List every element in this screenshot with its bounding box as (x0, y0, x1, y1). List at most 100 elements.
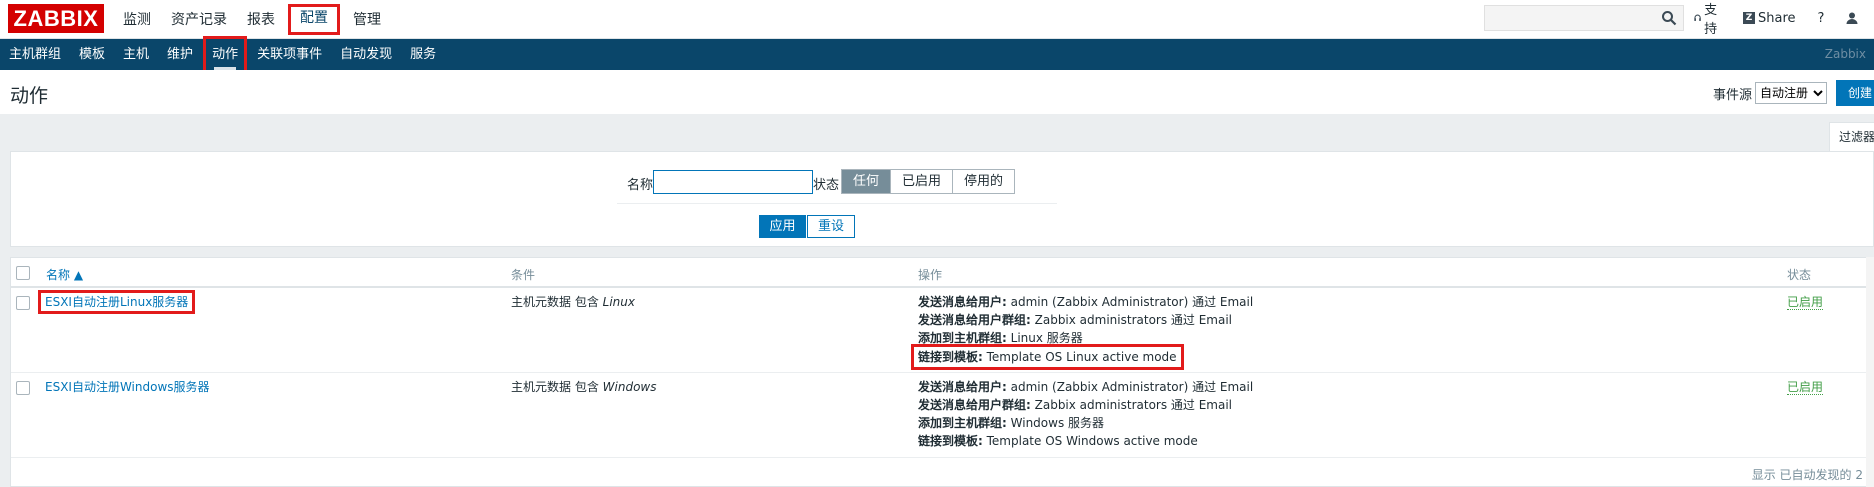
global-search (1484, 5, 1684, 31)
row-checkbox[interactable] (16, 296, 30, 310)
submenu-templates[interactable]: 模板 (70, 39, 114, 70)
share-link[interactable]: Z Share (1743, 11, 1796, 26)
status-toggle-link[interactable]: 已启用 (1787, 295, 1824, 310)
submenu-services[interactable]: 服务 (401, 39, 445, 70)
operation-line: 添加到主机群组: Linux 服务器 (918, 329, 1253, 347)
filter-status-label: 状态 (813, 178, 840, 193)
reset-button[interactable]: 重设 (807, 215, 855, 238)
filter-name-input[interactable] (653, 170, 813, 194)
create-action-button[interactable]: 创建 (1836, 80, 1874, 106)
operation-value: Template OS Linux active mode (982, 350, 1177, 364)
filter-panel: 名称 状态 任何 已启用 停用的 应用 重设 (10, 151, 1874, 247)
menu-administration[interactable]: 管理 (343, 6, 391, 34)
event-source-label: 事件源 (1713, 87, 1753, 103)
share-icon: Z (1743, 12, 1756, 24)
condition-cell: 主机元数据 包含 Windows (511, 378, 656, 396)
submenu-discovery[interactable]: 自动发现 (331, 39, 401, 70)
action-name-cell: ESXI自动注册Linux服务器 (37, 290, 196, 314)
event-source-control: 事件源 自动注册 (1713, 82, 1828, 104)
zabbix-logo[interactable]: ZABBIX (8, 4, 104, 33)
help-icon: ? (1817, 10, 1825, 26)
header-operations: 操作 (918, 268, 943, 282)
main-menu: 监测 资产记录 报表 配置 管理 (113, 0, 391, 39)
select-all-checkbox[interactable] (16, 266, 30, 280)
filter-name-label: 名称 (627, 178, 654, 193)
status-toggle-link[interactable]: 已启用 (1787, 380, 1824, 395)
operation-value: Zabbix administrators 通过 Email (1030, 313, 1233, 327)
condition-text: 主机元数据 包含 (511, 295, 603, 309)
menu-monitoring[interactable]: 监测 (113, 6, 161, 34)
submenu-event-correlation[interactable]: 关联项事件 (248, 39, 331, 70)
action-name-link[interactable]: ESXI自动注册Windows服务器 (45, 380, 210, 394)
header-conditions: 条件 (511, 268, 536, 282)
table-footer-count: 显示 已自动发现的 2 (1751, 468, 1863, 482)
support-label: 支持 (1704, 3, 1718, 37)
operation-label: 添加到主机群组: (918, 331, 1007, 345)
action-name-link[interactable]: ESXI自动注册Linux服务器 (37, 290, 196, 314)
operation-label: 链接到模板: (918, 350, 983, 364)
user-profile-link[interactable] (1846, 12, 1858, 24)
status-cell: 已启用 (1787, 378, 1824, 396)
operation-line: 发送消息给用户群组: Zabbix administrators 通过 Emai… (918, 311, 1253, 329)
server-name: Zabbix (1824, 47, 1866, 61)
submenu-actions[interactable]: 动作 (203, 36, 248, 76)
vertical-scrollbar[interactable] (1866, 257, 1874, 487)
table-header: 名称 ▲ 条件 操作 状态 (11, 258, 1873, 288)
submenu-host-groups[interactable]: 主机群组 (0, 39, 70, 70)
table-row: ESXI自动注册Linux服务器 主机元数据 包含 Linux 发送消息给用户:… (11, 288, 1873, 373)
top-bar: ZABBIX 监测 资产记录 报表 配置 管理 支持 Z Share ? (0, 0, 1874, 39)
filter-divider (617, 203, 1057, 204)
support-link[interactable]: 支持 (1694, 0, 1721, 37)
menu-reports[interactable]: 报表 (237, 6, 285, 34)
operations-cell: 发送消息给用户: admin (Zabbix Administrator) 通过… (911, 293, 1253, 370)
action-name-cell: ESXI自动注册Windows服务器 (45, 378, 210, 396)
status-option-disabled[interactable]: 停用的 (953, 170, 1015, 193)
operation-line-link-template: 链接到模板: Template OS Linux active mode (911, 344, 1184, 370)
operation-value: admin (Zabbix Administrator) 通过 Email (1006, 380, 1254, 394)
operation-line: 链接到模板: Template OS Windows active mode (918, 432, 1253, 450)
operation-value: Linux 服务器 (1006, 331, 1083, 345)
operation-label: 发送消息给用户: (918, 295, 1007, 309)
condition-value: Linux (602, 295, 635, 309)
share-label: Share (1758, 10, 1796, 26)
table-row: ESXI自动注册Windows服务器 主机元数据 包含 Windows 发送消息… (11, 373, 1873, 458)
status-option-enabled[interactable]: 已启用 (891, 170, 954, 193)
menu-inventory[interactable]: 资产记录 (161, 6, 237, 34)
global-search-input[interactable] (1485, 6, 1655, 30)
operation-value: Template OS Windows active mode (982, 434, 1198, 448)
search-icon[interactable] (1661, 10, 1677, 26)
event-source-select[interactable]: 自动注册 (1755, 82, 1828, 104)
status-option-any[interactable]: 任何 (842, 170, 892, 193)
filter-status-segmented: 任何 已启用 停用的 (841, 169, 1016, 194)
page-header: 动作 事件源 自动注册 创建 (0, 70, 1874, 114)
actions-table: 名称 ▲ 条件 操作 状态 ESXI自动注册Linux服务器 主机元数据 包含 … (10, 257, 1874, 487)
condition-text: 主机元数据 包含 (511, 380, 603, 394)
help-link[interactable]: ? (1818, 11, 1825, 26)
sub-menu: 主机群组 模板 主机 维护 动作 关联项事件 自动发现 服务 Zabbix (0, 36, 1874, 76)
operation-value: admin (Zabbix Administrator) 通过 Email (1006, 295, 1254, 309)
operation-line: 发送消息给用户: admin (Zabbix Administrator) 通过… (918, 378, 1253, 396)
status-cell: 已启用 (1787, 293, 1824, 311)
operation-label: 添加到主机群组: (918, 416, 1007, 430)
headset-icon (1694, 14, 1701, 21)
submenu-hosts[interactable]: 主机 (114, 39, 158, 70)
operation-value: Windows 服务器 (1006, 416, 1105, 430)
operation-label: 发送消息给用户: (918, 380, 1007, 394)
operation-line: 发送消息给用户: admin (Zabbix Administrator) 通过… (918, 293, 1253, 311)
top-right-links: 支持 Z Share ? (1694, 0, 1874, 37)
header-status: 状态 (1787, 268, 1812, 282)
submenu-maintenance[interactable]: 维护 (158, 39, 202, 70)
condition-value: Windows (602, 380, 657, 394)
operations-cell: 发送消息给用户: admin (Zabbix Administrator) 通过… (918, 378, 1253, 450)
operation-line: 添加到主机群组: Windows 服务器 (918, 414, 1253, 432)
operation-line: 发送消息给用户群组: Zabbix administrators 通过 Emai… (918, 396, 1253, 414)
header-name-sort[interactable]: 名称 ▲ (46, 266, 83, 283)
menu-configuration[interactable]: 配置 (288, 4, 340, 35)
filter-tab[interactable]: 过滤器 (1829, 122, 1874, 152)
operation-label: 发送消息给用户群组: (918, 313, 1031, 327)
apply-button[interactable]: 应用 (759, 215, 806, 238)
operation-label: 链接到模板: (918, 434, 983, 448)
row-checkbox[interactable] (16, 381, 30, 395)
operation-label: 发送消息给用户群组: (918, 398, 1031, 412)
page-title: 动作 (10, 85, 49, 107)
